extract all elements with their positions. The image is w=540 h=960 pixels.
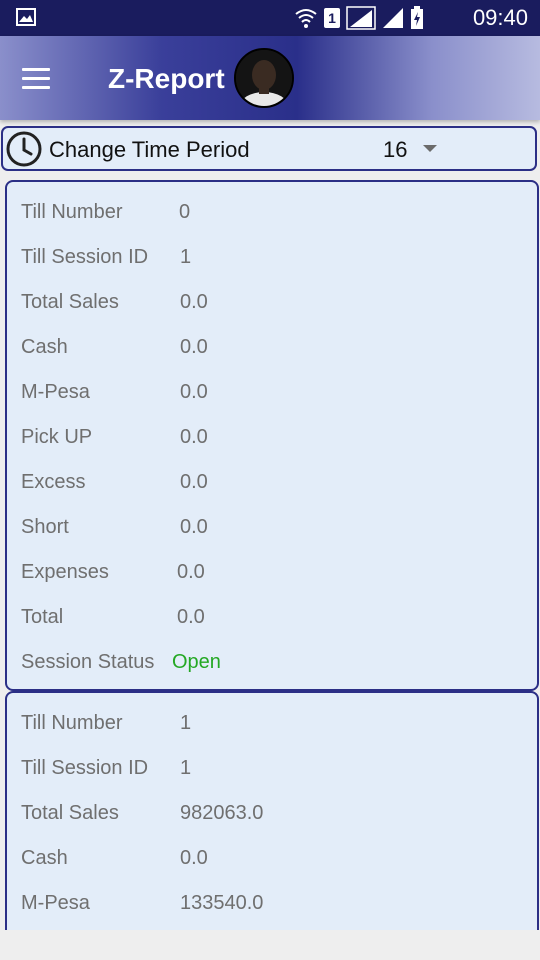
status-icons: 1 — [294, 5, 424, 31]
row-value: 0 — [179, 201, 191, 223]
z-report-screen: 1 09:40 Z-Report Change Time Period 16 T… — [0, 0, 540, 960]
row-value: 0.0 — [180, 336, 208, 358]
row-value: 133540.0 — [180, 892, 264, 914]
row-label: Pick UP — [21, 426, 93, 448]
row-label: Expenses — [21, 561, 109, 583]
session-card: Till Number 1 Till Session ID 1 Total Sa… — [5, 691, 539, 951]
status-time: 09:40 — [472, 5, 528, 30]
bottom-strip — [0, 930, 540, 960]
status-bar: 1 09:40 — [0, 0, 540, 36]
row-value: 0.0 — [180, 471, 208, 493]
row-value: 0.0 — [180, 291, 208, 313]
row-label: Session Status — [21, 651, 155, 673]
battery-charging-icon — [411, 6, 423, 29]
signal-icon — [346, 6, 376, 30]
row-label: Short — [21, 516, 69, 538]
row-label: Cash — [21, 847, 68, 869]
status-badge: Open — [172, 651, 221, 673]
page-title: Z-Report — [108, 63, 225, 94]
row-value: 0.0 — [180, 381, 208, 403]
row-label: Cash — [21, 336, 68, 358]
gallery-icon — [16, 8, 36, 26]
period-dropdown[interactable]: 16 — [381, 134, 451, 166]
row-value: 0.0 — [177, 606, 205, 628]
avatar-image — [236, 50, 292, 106]
row-label: M-Pesa — [21, 381, 90, 403]
app-bar: Z-Report — [0, 36, 540, 120]
row-label: Total Sales — [21, 802, 119, 824]
wifi-icon — [295, 9, 317, 28]
row-label: Till Session ID — [21, 757, 149, 779]
avatar[interactable] — [234, 48, 294, 108]
session-card: Till Number 0 Till Session ID 1 Total Sa… — [5, 180, 539, 691]
row-value: 0.0 — [180, 516, 208, 538]
dropdown-arrow-icon — [423, 145, 437, 152]
row-value: 0.0 — [177, 561, 205, 583]
row-value: 0.0 — [180, 426, 208, 448]
row-value: 1 — [180, 246, 192, 268]
row-label: Till Session ID — [21, 246, 149, 268]
clock-icon — [6, 131, 42, 167]
row-label: Till Number — [21, 201, 123, 223]
row-label: Till Number — [21, 712, 123, 734]
signal-icon — [383, 8, 403, 28]
row-label: M-Pesa — [21, 892, 90, 914]
period-label: Change Time Period — [49, 137, 250, 162]
period-value: 16 — [383, 137, 408, 162]
row-label: Excess — [21, 471, 86, 493]
menu-icon[interactable] — [14, 58, 58, 98]
row-value: 982063.0 — [180, 802, 264, 824]
row-value: 0.0 — [180, 847, 208, 869]
row-label: Total Sales — [21, 291, 119, 313]
sim-icon: 1 — [324, 8, 340, 28]
time-period-bar: Change Time Period 16 — [1, 126, 537, 171]
row-label: Total — [21, 606, 64, 628]
row-value: 1 — [180, 757, 192, 779]
row-value: 1 — [180, 712, 192, 734]
